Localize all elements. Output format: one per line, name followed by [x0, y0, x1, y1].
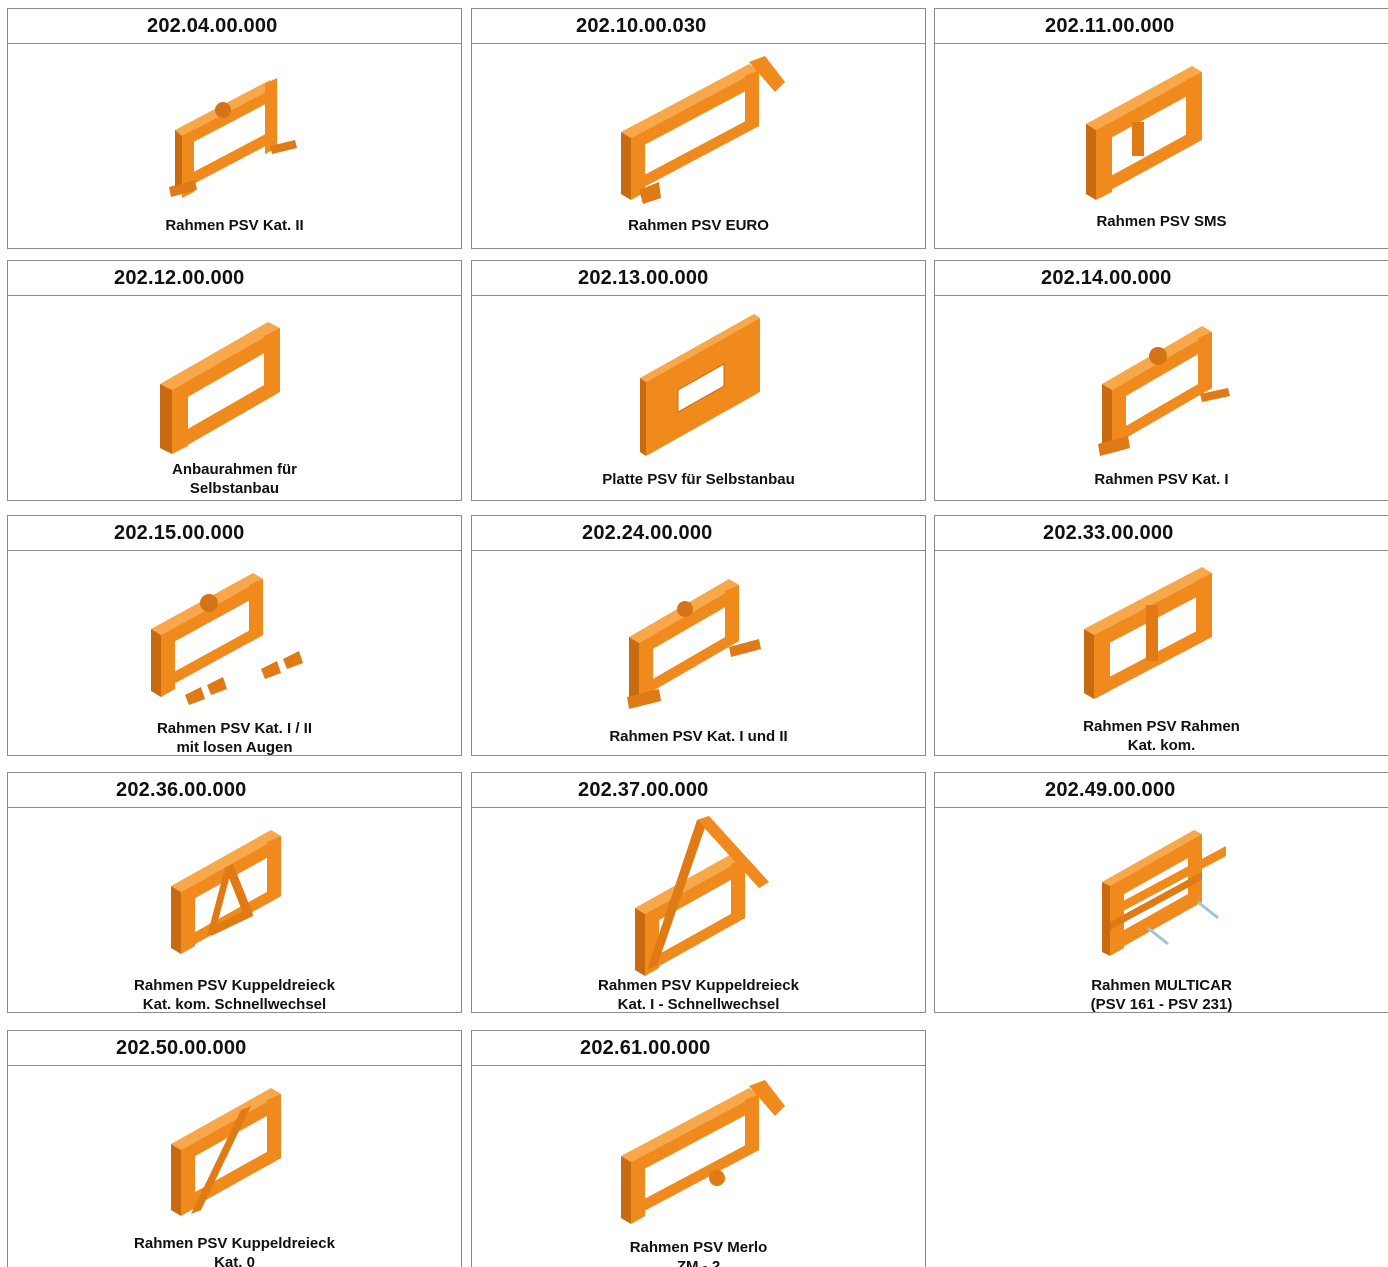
product-code: 202.36.00.000 [8, 773, 461, 808]
product-code: 202.15.00.000 [8, 516, 461, 551]
product-code: 202.10.00.030 [472, 9, 925, 44]
product-code: 202.50.00.000 [8, 1031, 461, 1066]
product-card-202-37[interactable]: 202.37.00.000 Rahmen PSV Kuppeldreieck Ka… [471, 772, 926, 1013]
product-caption: Platte PSV für Selbstanbau [602, 471, 795, 488]
product-caption: Rahmen PSV SMS [1096, 213, 1227, 230]
frame-triangle-kat1-icon [634, 816, 769, 976]
product-card-202-24[interactable]: 202.24.00.000 Rahmen PSV Kat. I und II [471, 515, 926, 756]
product-card-202-49[interactable]: 202.49.00.000 Rahmen MULTICAR (PSV 161 - … [934, 772, 1388, 1013]
product-code: 202.11.00.000 [935, 9, 1388, 44]
frame-sms-icon [1085, 66, 1202, 200]
product-card-202-61[interactable]: 202.61.00.000 Rahmen PSV Merlo ZM - 2 [471, 1030, 926, 1267]
product-card-202-11[interactable]: 202.11.00.000 Rahmen PSV SMS [934, 8, 1388, 249]
product-caption: Anbaurahmen für Selbstanbau [171, 461, 297, 497]
product-card-202-10[interactable]: 202.10.00.030 Rahmen PSV EURO [471, 8, 926, 249]
product-caption: Rahmen PSV EURO [628, 217, 769, 234]
product-caption: Rahmen PSV Kuppeldreieck Kat. I - Schnell… [598, 977, 799, 1013]
frame-selbstanbau-icon [159, 322, 280, 454]
frame-triangle-kat0-icon [170, 1088, 281, 1216]
product-card-202-12[interactable]: 202.12.00.000 Anbaurahmen für Selbstanbau [7, 260, 462, 501]
frame-triangle-icon [170, 830, 281, 954]
product-card-202-04[interactable]: 202.04.00.000 Rahmen PSV Kat. II [7, 8, 462, 249]
product-code: 202.49.00.000 [935, 773, 1388, 808]
product-caption: Rahmen MULTICAR (PSV 161 - PSV 231) [1090, 977, 1233, 1013]
plate-icon [639, 314, 760, 456]
product-caption: Rahmen PSV Kat. II [165, 217, 304, 234]
product-caption: Rahmen PSV Kat. I und II [609, 728, 788, 745]
frame-multicar-icon [1101, 830, 1226, 956]
product-card-202-50[interactable]: 202.50.00.000 Rahmen PSV Kuppeldreieck Ka… [7, 1030, 462, 1267]
product-card-202-36[interactable]: 202.36.00.000 Rahmen PSV Kuppeldreieck Ka… [7, 772, 462, 1013]
frame-euro-icon [620, 56, 785, 204]
product-caption: Rahmen PSV Kuppeldreieck Kat. 0 [134, 1235, 335, 1267]
product-caption: Rahmen PSV Kat. I / II mit losen Augen [156, 720, 313, 756]
product-code: 202.04.00.000 [8, 9, 461, 44]
product-card-202-33[interactable]: 202.33.00.000 Rahmen PSV Rahmen Kat. kom. [934, 515, 1388, 756]
product-caption: Rahmen PSV Merlo ZM - 2 [629, 1239, 768, 1267]
frame-merlo-icon [620, 1080, 785, 1224]
frame-kat2-icon [168, 78, 297, 198]
product-code: 202.61.00.000 [472, 1031, 925, 1066]
product-code: 202.37.00.000 [472, 773, 925, 808]
frame-kom-icon [1083, 567, 1212, 699]
frame-loose-eyes-icon [150, 573, 303, 705]
product-caption: Rahmen PSV Rahmen Kat. kom. [1083, 718, 1240, 754]
product-card-202-15[interactable]: 202.15.00.000 Rahmen PSV Kat. I / II mit … [7, 515, 462, 756]
product-code: 202.14.00.000 [935, 261, 1388, 296]
product-code: 202.33.00.000 [935, 516, 1388, 551]
frame-kat1-2-icon [626, 579, 761, 709]
product-card-202-13[interactable]: 202.13.00.000 Platte PSV für Selbstanbau [471, 260, 926, 501]
product-code: 202.24.00.000 [472, 516, 925, 551]
product-card-202-14[interactable]: 202.14.00.000 Rahmen PSV Kat. I [934, 260, 1388, 501]
frame-kat1-icon [1097, 326, 1230, 456]
product-code: 202.12.00.000 [8, 261, 461, 296]
product-caption: Rahmen PSV Kuppeldreieck Kat. kom. Schnel… [134, 977, 335, 1013]
product-code: 202.13.00.000 [472, 261, 925, 296]
product-caption: Rahmen PSV Kat. I [1094, 471, 1229, 488]
